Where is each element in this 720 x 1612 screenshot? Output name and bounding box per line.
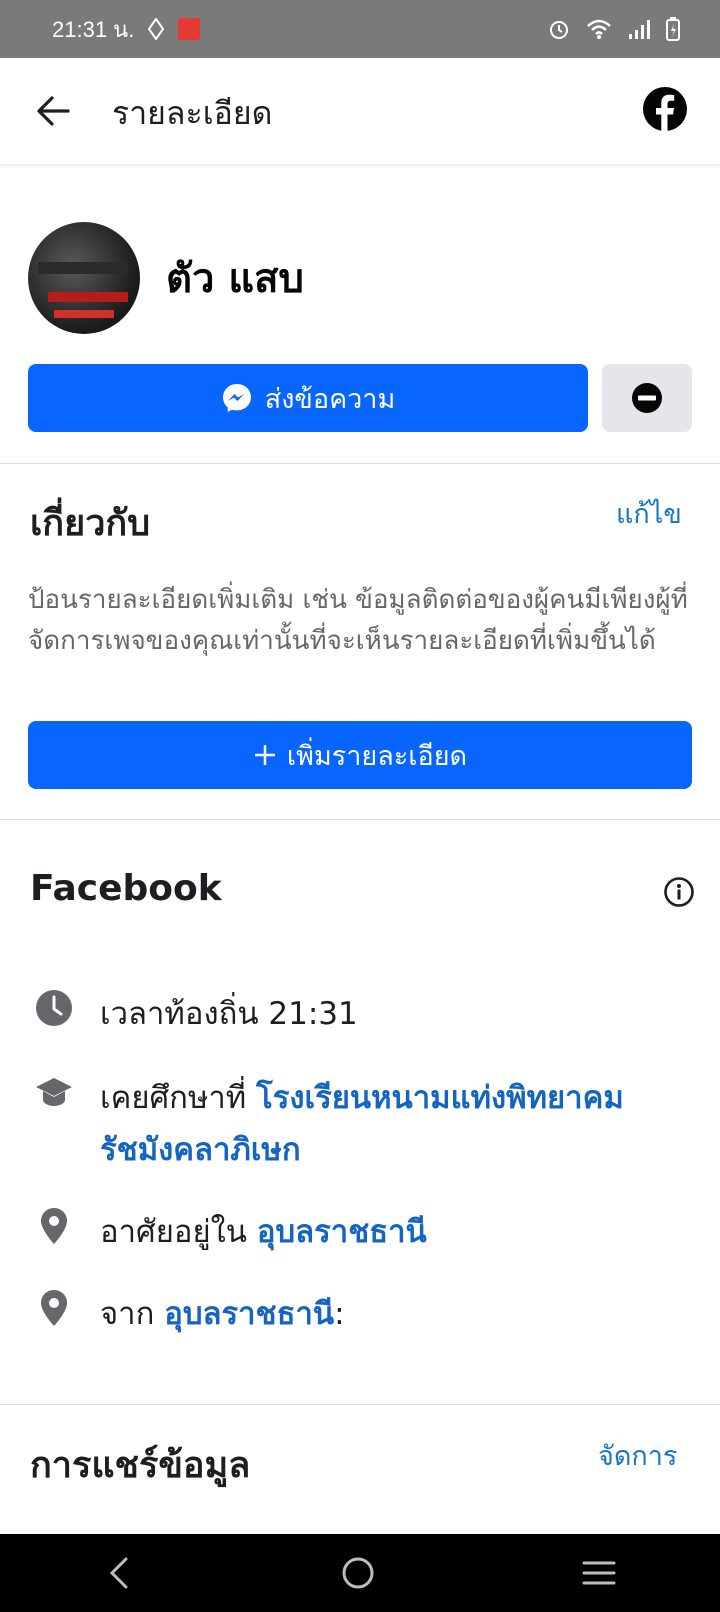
graduation-cap-icon xyxy=(36,1078,72,1106)
sharing-title: การแชร์ข้อมูล xyxy=(30,1445,251,1486)
hometown-prefix: จาก xyxy=(100,1296,165,1332)
current-city-text: อาศัยอยู่ใน อุบลราชธานี xyxy=(100,1206,660,1258)
nav-back-icon[interactable] xyxy=(104,1556,134,1590)
local-time-item: เวลาท้องถิ่น 21:31 xyxy=(34,988,660,1040)
facebook-icon[interactable] xyxy=(642,86,688,132)
send-message-button[interactable]: ส่งข้อความ xyxy=(28,364,588,432)
location-pin-icon xyxy=(41,1208,67,1244)
block-icon xyxy=(632,383,662,413)
hometown-text: จาก อุบลราชธานี: xyxy=(100,1288,660,1340)
add-details-label: เพิ่มรายละเอียด xyxy=(286,740,468,772)
current-city-link[interactable]: อุบลราชธานี xyxy=(257,1214,427,1250)
arrow-left-icon[interactable] xyxy=(30,88,76,134)
facebook-section-title: Facebook xyxy=(30,868,222,909)
block-button[interactable] xyxy=(602,364,692,432)
profile-name: ตัว แสบ xyxy=(166,256,304,302)
current-city-prefix: อาศัยอยู่ใน xyxy=(100,1214,257,1250)
about-description: ป้อนรายละเอียดเพิ่มเติม เช่น ข้อมูลติดต่… xyxy=(28,585,688,656)
system-nav-bar xyxy=(0,1534,720,1612)
app-badge-icon xyxy=(178,18,201,40)
app-bar: รายละเอียด xyxy=(0,58,720,164)
signal-icon xyxy=(629,20,650,39)
divider xyxy=(0,819,720,820)
education-item: เคยศึกษาที่ โรงเรียนหนามแท่งพิทยาคม รัชม… xyxy=(34,1072,660,1176)
diamond-icon xyxy=(148,18,165,40)
status-bar: 21:31 น. xyxy=(0,0,720,58)
alarm-icon xyxy=(550,21,568,39)
send-message-label: ส่งข้อความ xyxy=(264,383,396,415)
nav-home-icon[interactable] xyxy=(341,1556,375,1590)
wifi-icon xyxy=(587,19,611,39)
nav-recents-icon[interactable] xyxy=(582,1558,616,1588)
info-icon[interactable] xyxy=(663,876,695,908)
page-title: รายละเอียด xyxy=(112,94,273,132)
manage-link[interactable]: จัดการ xyxy=(598,1434,677,1477)
clock-icon xyxy=(36,990,72,1026)
hometown-item: จาก อุบลราชธานี: xyxy=(34,1288,660,1340)
avatar[interactable] xyxy=(28,222,140,334)
add-details-button[interactable]: เพิ่มรายละเอียด xyxy=(28,721,692,789)
current-city-item: อาศัยอยู่ใน อุบลราชธานี xyxy=(34,1206,660,1258)
battery-icon xyxy=(666,17,680,41)
plus-icon xyxy=(254,745,275,765)
edit-link[interactable]: แก้ไข xyxy=(616,492,682,535)
about-title: เกี่ยวกับ xyxy=(30,503,151,544)
hometown-suffix: : xyxy=(334,1296,345,1332)
hometown-link[interactable]: อุบลราชธานี xyxy=(164,1296,334,1332)
status-time: 21:31 น. xyxy=(52,16,135,42)
divider xyxy=(0,463,720,464)
education-prefix: เคยศึกษาที่ xyxy=(100,1080,257,1116)
divider xyxy=(0,1404,720,1405)
profile-header: ตัว แสบ xyxy=(28,222,304,334)
local-time-text: เวลาท้องถิ่น 21:31 xyxy=(100,996,358,1032)
location-pin-icon xyxy=(41,1290,67,1326)
messenger-icon xyxy=(222,384,251,412)
education-text: เคยศึกษาที่ โรงเรียนหนามแท่งพิทยาคม รัชม… xyxy=(100,1072,660,1176)
